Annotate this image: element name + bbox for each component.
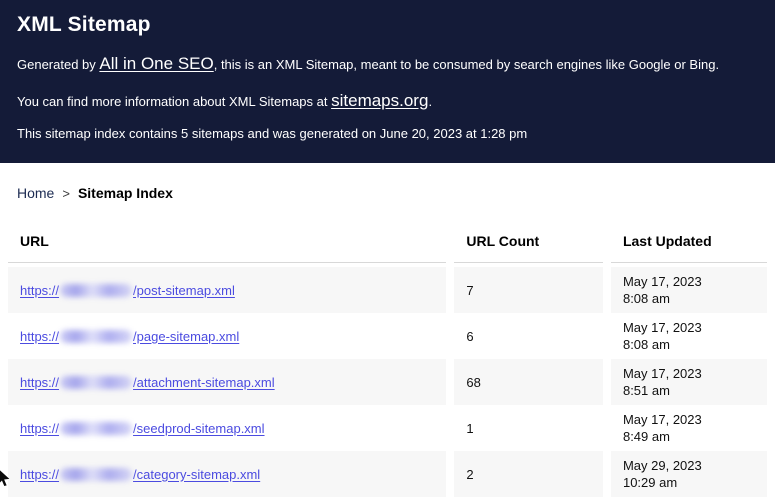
url-path: /category-sitemap.xml [133,466,261,482]
table-row: https:// /seedprod-sitemap.xml 1 May 17, … [8,405,767,451]
sitemap-link[interactable]: https:// /page-sitemap.xml [20,329,239,344]
intro-prefix: Generated by [17,57,100,72]
url-count-cell: 1 [466,420,474,436]
redacted-domain [60,467,133,481]
last-updated-cell: May 17, 2023 8:51 am [610,359,767,406]
last-updated-cell: May 17, 2023 8:08 am [611,313,767,359]
summary-text: This sitemap index contains 5 sitemaps a… [17,126,528,142]
last-updated-cell: May 29, 2023 10:29 am [610,451,767,497]
updated-time: 8:08 am [622,337,670,353]
sitemap-hero-header: XML Sitemap Generated by All in One SEO,… [0,0,775,164]
intro-text: Generated by All in One SEO, this is an … [17,52,759,77]
column-header-url-count: URL Count [454,223,603,264]
redacted-domain [60,329,133,343]
url-count-cell: 2 [454,451,603,497]
info-suffix: . [428,93,433,109]
url-count-cell: 6 [466,328,474,344]
url-scheme: https:// [20,420,60,436]
breadcrumb-separator-icon: > [62,186,70,202]
url-path: /attachment-sitemap.xml [133,374,275,390]
url-scheme: https:// [20,466,60,482]
breadcrumb-current: Sitemap Index [77,185,173,202]
info-prefix: You can find more information about XML … [17,93,332,109]
url-count-cell: 7 [454,267,603,314]
aioseo-link[interactable]: All in One SEO [99,54,213,73]
url-path: /post-sitemap.xml [133,282,235,298]
table-row: https:// /attachment-sitemap.xml 68 May 1… [8,359,767,406]
url-cell: https:// /attachment-sitemap.xml [8,359,447,406]
breadcrumb: Home > Sitemap Index [0,163,775,215]
updated-date: May 17, 2023 [622,412,702,428]
column-header-url: URL [8,223,447,264]
url-count-cell: 68 [454,359,603,406]
sitemap-link[interactable]: https:// /attachment-sitemap.xml [20,375,275,390]
url-cell: https:// /category-sitemap.xml [8,451,447,497]
updated-time: 8:08 am [622,291,670,307]
url-path: /seedprod-sitemap.xml [133,420,265,436]
page-title: XML Sitemap [17,13,151,36]
table-row: https:// /category-sitemap.xml 2 May 29, … [8,451,767,497]
url-scheme: https:// [20,328,60,344]
redacted-domain [60,421,133,435]
url-cell: https:// /post-sitemap.xml [8,267,447,314]
updated-time: 8:51 am [622,383,670,399]
last-updated-cell: May 17, 2023 8:49 am [611,405,767,451]
updated-date: May 17, 2023 [622,366,702,382]
table-row: https:// /page-sitemap.xml 6 May 17, 2023… [8,313,767,359]
url-scheme: https:// [20,374,60,390]
url-cell: https:// /seedprod-sitemap.xml [8,405,446,451]
url-scheme: https:// [20,282,60,298]
url-path: /page-sitemap.xml [133,328,240,344]
sitemap-link[interactable]: https:// /category-sitemap.xml [20,467,260,482]
redacted-domain [60,283,133,297]
breadcrumb-home-link[interactable]: Home [17,185,54,201]
sitemap-link[interactable]: https:// /post-sitemap.xml [20,283,235,298]
updated-time: 10:29 am [622,475,678,491]
table-row: https:// /post-sitemap.xml 7 May 17, 2023… [8,267,767,314]
sitemap-index-table: URL URL Count Last Updated https:// /post… [0,223,775,497]
table-header-row: URL URL Count Last Updated [8,223,767,264]
redacted-domain [60,375,133,389]
updated-date: May 17, 2023 [622,274,702,290]
updated-date: May 17, 2023 [622,320,702,336]
updated-time: 8:49 am [622,429,670,445]
sitemaps-org-link[interactable]: sitemaps.org [331,91,428,110]
intro-suffix: , this is an XML Sitemap, meant to be co… [213,57,720,72]
info-text: You can find more information about XML … [17,89,759,114]
url-cell: https:// /page-sitemap.xml [8,313,446,359]
column-header-last-updated: Last Updated [610,223,767,264]
sitemap-link[interactable]: https:// /seedprod-sitemap.xml [20,421,265,436]
last-updated-cell: May 17, 2023 8:08 am [610,267,767,314]
updated-date: May 29, 2023 [622,458,702,474]
